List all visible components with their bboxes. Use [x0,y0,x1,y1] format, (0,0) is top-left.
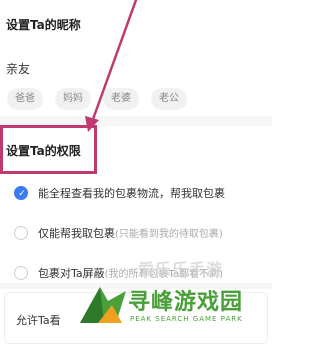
watermark-logo-icon [80,287,126,323]
watermark-title: 寻峰游戏园 [128,290,244,315]
watermark-subtitle: PEAK SEARCH GAME PARK [130,315,243,323]
watermark-faint-text: 爱乐乐手游 [138,260,224,279]
permission-settings-page: 设置Ta的昵称 亲友 爸爸 妈妈 老婆 老公 设置Ta的权限 ✓ 能全程查看我的… [0,0,272,359]
